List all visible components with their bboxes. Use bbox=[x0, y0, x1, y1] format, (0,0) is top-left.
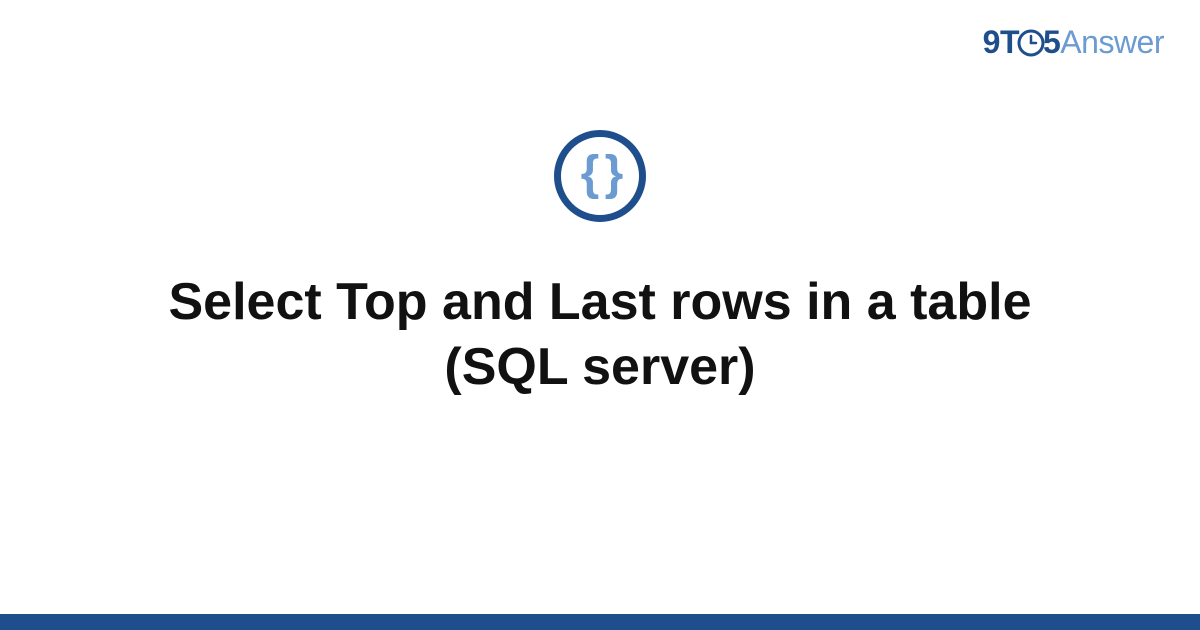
category-icon-circle: { } bbox=[554, 130, 646, 222]
brand-text-9t: 9T bbox=[983, 24, 1019, 60]
main-content: { } Select Top and Last rows in a table … bbox=[0, 130, 1200, 400]
brand-text-5: 5 bbox=[1043, 24, 1060, 60]
bottom-accent-bar bbox=[0, 614, 1200, 630]
code-braces-icon: { } bbox=[581, 150, 620, 198]
brand-text-answer: Answer bbox=[1060, 24, 1164, 60]
brand-logo: 9T 5Answer bbox=[983, 24, 1164, 61]
clock-icon bbox=[1017, 29, 1045, 57]
page-title: Select Top and Last rows in a table (SQL… bbox=[150, 270, 1050, 400]
